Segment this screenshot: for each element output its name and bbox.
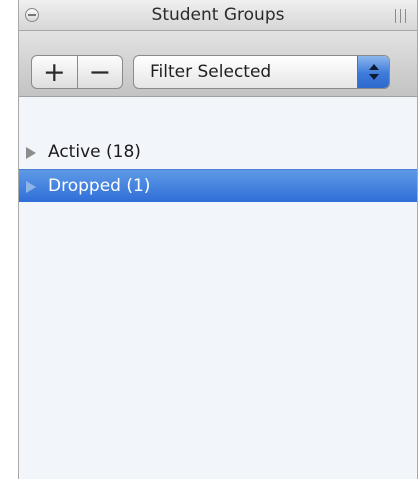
add-group-button[interactable]: +	[32, 56, 77, 88]
disclosure-triangle-icon[interactable]	[26, 181, 36, 193]
add-remove-segmented-control: + −	[31, 55, 123, 89]
resize-grip-icon[interactable]	[394, 9, 407, 23]
group-list: Active (18) Dropped (1)	[19, 136, 417, 202]
up-down-arrows-icon[interactable]	[357, 56, 389, 88]
title-bar[interactable]: Student Groups	[19, 0, 417, 31]
toolbar: + − Filter Selected	[19, 31, 417, 97]
disclosure-triangle-icon[interactable]	[26, 147, 36, 159]
remove-group-button[interactable]: −	[76, 56, 123, 88]
window-title: Student Groups	[151, 5, 285, 25]
group-row-dropped[interactable]: Dropped (1)	[19, 169, 417, 202]
group-label: Dropped (1)	[48, 176, 151, 196]
group-label: Active (18)	[48, 142, 141, 162]
group-row-active[interactable]: Active (18)	[19, 136, 417, 169]
filter-select[interactable]: Filter Selected	[133, 55, 390, 89]
filter-select-value: Filter Selected	[150, 62, 272, 82]
student-groups-panel: Student Groups + − Filter Selected Activ…	[18, 0, 418, 479]
